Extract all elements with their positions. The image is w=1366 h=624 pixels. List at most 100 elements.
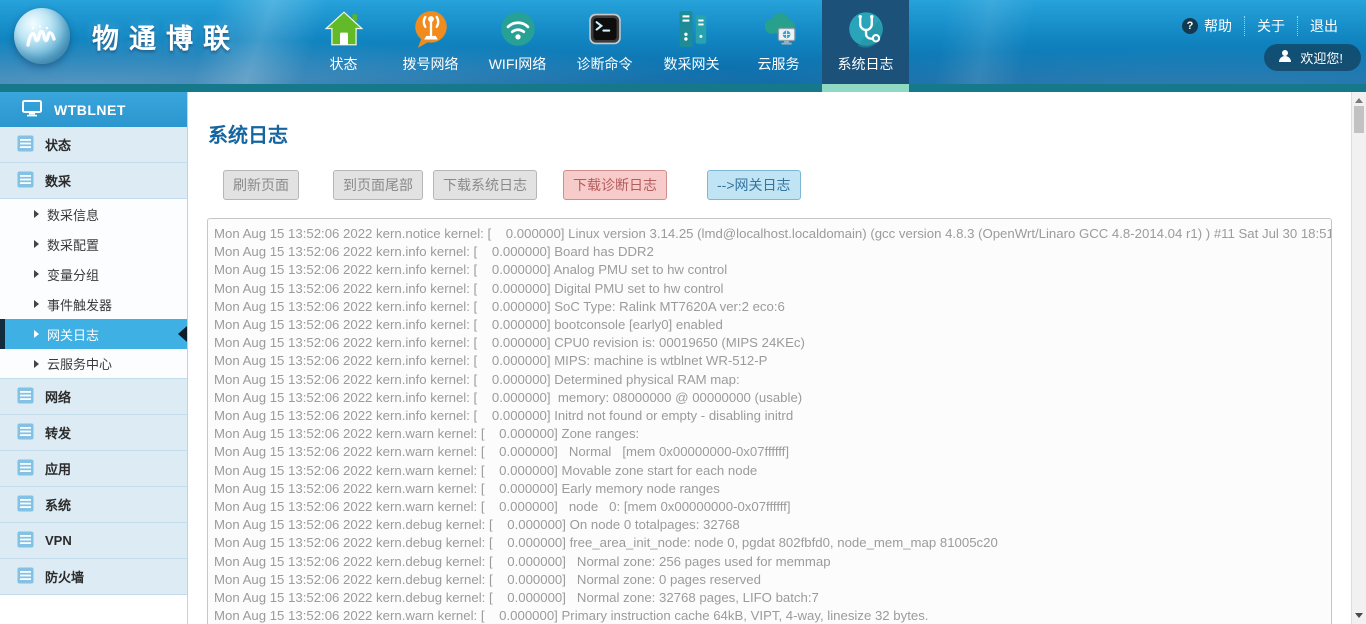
log-line: Mon Aug 15 13:52:06 2022 kern.info kerne… bbox=[214, 316, 1331, 334]
caret-right-icon bbox=[34, 300, 39, 308]
top-navigation: 状态 拨号网络 bbox=[300, 0, 909, 84]
goto-gateway-log-button[interactable]: -->网关日志 bbox=[707, 170, 801, 200]
log-line: Mon Aug 15 13:52:06 2022 kern.warn kerne… bbox=[214, 480, 1331, 498]
page-scrollbar[interactable] bbox=[1351, 92, 1366, 624]
sidebar-item-gateway-log[interactable]: 网关日志 bbox=[0, 319, 187, 349]
nav-label: WIFI网络 bbox=[489, 54, 547, 74]
banner-underline-strip bbox=[0, 84, 1366, 92]
globe-logo-icon bbox=[14, 8, 70, 64]
brand-logo: 物通博联 bbox=[14, 8, 240, 64]
list-icon bbox=[17, 459, 34, 479]
sidebar-item-label: 转发 bbox=[45, 423, 71, 442]
welcome-label: 欢迎您! bbox=[1300, 48, 1343, 67]
nav-label: 诊断命令 bbox=[577, 54, 633, 74]
nav-item-system-log[interactable]: 系统日志 bbox=[822, 0, 909, 84]
caret-right-icon bbox=[34, 360, 39, 368]
cloud-service-icon bbox=[758, 0, 800, 52]
log-line: Mon Aug 15 13:52:06 2022 kern.info kerne… bbox=[214, 243, 1331, 261]
app-page: 物通博联 状态 bbox=[0, 0, 1366, 624]
sidebar-item-daq-info[interactable]: 数采信息 bbox=[0, 199, 187, 229]
nav-label: 拨号网络 bbox=[403, 54, 459, 74]
log-line: Mon Aug 15 13:52:06 2022 kern.info kerne… bbox=[214, 407, 1331, 425]
scroll-up-arrow-icon[interactable] bbox=[1355, 98, 1363, 103]
sidebar-item-network[interactable]: 网络 bbox=[0, 379, 187, 415]
about-label: 关于 bbox=[1257, 16, 1285, 36]
nav-label: 状态 bbox=[330, 54, 358, 74]
log-line: Mon Aug 15 13:52:06 2022 kern.info kerne… bbox=[214, 389, 1331, 407]
help-link[interactable]: ? 帮助 bbox=[1170, 16, 1244, 36]
main-content: 系统日志 刷新页面 到页面尾部 下载系统日志 下载诊断日志 -->网关日志 Mo… bbox=[189, 92, 1351, 624]
question-icon: ? bbox=[1182, 18, 1198, 34]
sidebar-item-vpn[interactable]: VPN bbox=[0, 523, 187, 559]
log-line: Mon Aug 15 13:52:06 2022 kern.debug kern… bbox=[214, 516, 1331, 534]
go-to-page-bottom-button[interactable]: 到页面尾部 bbox=[333, 170, 423, 200]
sidebar-item-cloud-service-center[interactable]: 云服务中心 bbox=[0, 349, 187, 379]
list-icon bbox=[17, 423, 34, 443]
terminal-icon bbox=[584, 0, 626, 52]
sidebar-item-label: 状态 bbox=[45, 135, 71, 154]
sidebar-item-system[interactable]: 系统 bbox=[0, 487, 187, 523]
sidebar-item-application[interactable]: 应用 bbox=[0, 451, 187, 487]
home-icon bbox=[323, 0, 365, 52]
nav-item-daq-gateway[interactable]: 数采网关 bbox=[648, 0, 735, 84]
list-icon bbox=[17, 495, 34, 515]
sidebar-item-label: 数采 bbox=[45, 171, 71, 190]
nav-item-status[interactable]: 状态 bbox=[300, 0, 387, 84]
daq-gateway-icon bbox=[671, 0, 713, 52]
sidebar-item-label: 系统 bbox=[45, 495, 71, 514]
list-icon bbox=[17, 531, 34, 551]
stethoscope-icon bbox=[845, 0, 887, 52]
log-line: Mon Aug 15 13:52:06 2022 kern.debug kern… bbox=[214, 553, 1331, 571]
refresh-page-button[interactable]: 刷新页面 bbox=[223, 170, 299, 200]
list-icon bbox=[17, 567, 34, 587]
log-line: Mon Aug 15 13:52:06 2022 kern.info kerne… bbox=[214, 352, 1331, 370]
sidebar-item-daq[interactable]: 数采 bbox=[0, 163, 187, 199]
welcome-user-button[interactable]: 欢迎您! bbox=[1264, 44, 1361, 71]
log-line: Mon Aug 15 13:52:06 2022 kern.info kerne… bbox=[214, 371, 1331, 389]
nav-label: 云服务 bbox=[758, 54, 800, 74]
sidebar-item-firewall[interactable]: 防火墙 bbox=[0, 559, 187, 595]
nav-item-wifi-network[interactable]: WIFI网络 bbox=[474, 0, 561, 84]
sidebar-header-device[interactable]: WTBLNET bbox=[0, 92, 187, 127]
log-line: Mon Aug 15 13:52:06 2022 kern.info kerne… bbox=[214, 261, 1331, 279]
log-line: Mon Aug 15 13:52:06 2022 kern.debug kern… bbox=[214, 589, 1331, 607]
wifi-icon bbox=[497, 0, 539, 52]
sidebar-item-variable-groups[interactable]: 变量分组 bbox=[0, 259, 187, 289]
sidebar-item-daq-config[interactable]: 数采配置 bbox=[0, 229, 187, 259]
device-name: WTBLNET bbox=[54, 102, 126, 118]
scroll-down-arrow-icon[interactable] bbox=[1355, 613, 1363, 618]
monitor-icon bbox=[22, 100, 42, 120]
log-line: Mon Aug 15 13:52:06 2022 kern.warn kerne… bbox=[214, 462, 1331, 480]
sidebar-item-label: 数采信息 bbox=[47, 205, 99, 224]
nav-item-diagnostic-command[interactable]: 诊断命令 bbox=[561, 0, 648, 84]
nav-item-cloud-service[interactable]: 云服务 bbox=[735, 0, 822, 84]
caret-right-icon bbox=[34, 270, 39, 278]
download-diagnostic-log-button[interactable]: 下载诊断日志 bbox=[563, 170, 667, 200]
about-link[interactable]: 关于 bbox=[1244, 16, 1297, 36]
list-icon bbox=[17, 387, 34, 407]
sidebar-item-event-trigger[interactable]: 事件触发器 bbox=[0, 289, 187, 319]
sidebar-item-label: 应用 bbox=[45, 459, 71, 478]
sidebar-item-label: 变量分组 bbox=[47, 265, 99, 284]
log-line: Mon Aug 15 13:52:06 2022 kern.warn kerne… bbox=[214, 498, 1331, 516]
download-system-log-button[interactable]: 下载系统日志 bbox=[433, 170, 537, 200]
log-line: Mon Aug 15 13:52:06 2022 kern.warn kerne… bbox=[214, 443, 1331, 461]
sidebar-item-status[interactable]: 状态 bbox=[0, 127, 187, 163]
sidebar-item-label: VPN bbox=[45, 533, 72, 548]
active-tab-underline bbox=[822, 84, 909, 92]
nav-item-dialup-network[interactable]: 拨号网络 bbox=[387, 0, 474, 84]
top-utility-links: ? 帮助 关于 退出 bbox=[1170, 16, 1350, 36]
logout-label: 退出 bbox=[1310, 16, 1338, 36]
top-banner: 物通博联 状态 bbox=[0, 0, 1366, 84]
list-icon bbox=[17, 171, 34, 191]
system-log-output[interactable]: Mon Aug 15 13:52:06 2022 kern.notice ker… bbox=[207, 218, 1332, 624]
logout-link[interactable]: 退出 bbox=[1297, 16, 1350, 36]
log-line: Mon Aug 15 13:52:06 2022 kern.notice ker… bbox=[214, 225, 1331, 243]
sidebar-item-label: 防火墙 bbox=[45, 567, 84, 586]
log-line: Mon Aug 15 13:52:06 2022 kern.warn kerne… bbox=[214, 425, 1331, 443]
sidebar-item-label: 数采配置 bbox=[47, 235, 99, 254]
sidebar-item-forwarding[interactable]: 转发 bbox=[0, 415, 187, 451]
person-icon bbox=[1278, 49, 1292, 66]
sidebar-item-label: 网关日志 bbox=[47, 325, 99, 344]
scrollbar-thumb[interactable] bbox=[1354, 106, 1364, 133]
